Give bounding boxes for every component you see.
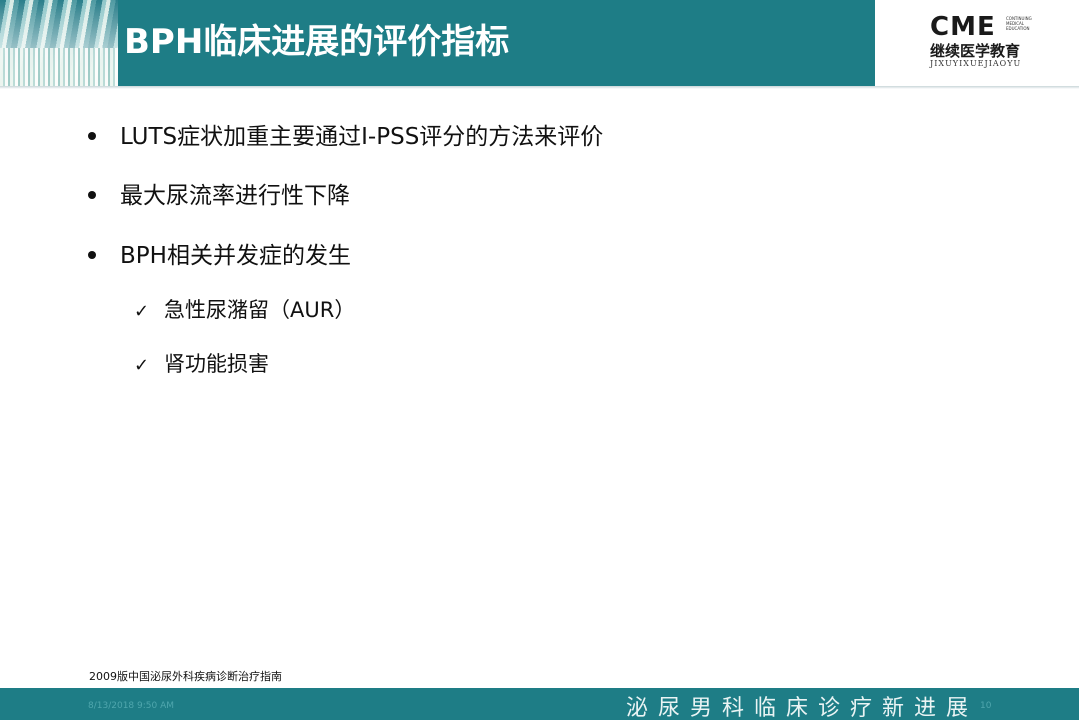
logo-brand-subtitle: CONTINUING MEDICAL EDUCATION	[1006, 16, 1032, 31]
bullet-dot-icon	[88, 250, 96, 259]
bullet-text: LUTS症状加重主要通过I-PSS评分的方法来评价	[120, 124, 604, 150]
sub-bullet-item: ✓ 急性尿潴留（AUR）	[134, 294, 355, 324]
bullet-text: 最大尿流率进行性下降	[120, 183, 350, 209]
footer-page-number: 10	[980, 701, 992, 711]
bullet-item: LUTS症状加重主要通过I-PSS评分的方法来评价	[88, 117, 603, 151]
sub-bullet-text: 肾功能损害	[164, 352, 269, 376]
checkmark-icon: ✓	[134, 355, 150, 376]
logo-brand: CME	[930, 12, 996, 42]
bullet-item: 最大尿流率进行性下降	[88, 176, 350, 210]
source-citation: 2009版中国泌尿外科疾病诊断治疗指南	[89, 670, 282, 683]
slide-footer-band: 8/13/2018 9:50 AM 10 泌尿男科临床诊疗新进展	[0, 688, 1079, 721]
checkmark-icon: ✓	[134, 301, 150, 322]
slide-title: BPH临床进展的评价指标	[124, 22, 510, 62]
logo-chinese: 继续医学教育	[930, 42, 1021, 60]
logo-pinyin: JIXUYIXUEJIAOYU	[930, 59, 1022, 68]
slide-header-band: BPH临床进展的评价指标 CME CONTINUING MEDICAL EDUC…	[0, 0, 1079, 86]
footer-date: 8/13/2018 9:50 AM	[88, 701, 175, 711]
waterfall-image	[0, 0, 118, 86]
footer-banner-text: 泌尿男科临床诊疗新进展	[626, 696, 979, 721]
bullet-dot-icon	[88, 131, 96, 140]
sub-bullet-text: 急性尿潴留（AUR）	[164, 298, 356, 322]
sub-bullet-item: ✓ 肾功能损害	[134, 348, 269, 378]
bullet-item: BPH相关并发症的发生	[88, 236, 351, 270]
bullet-text: BPH相关并发症的发生	[120, 243, 351, 269]
header-divider	[0, 86, 1079, 89]
bullet-dot-icon	[88, 190, 96, 199]
cme-logo: CME CONTINUING MEDICAL EDUCATION 继续医学教育 …	[930, 14, 1042, 72]
